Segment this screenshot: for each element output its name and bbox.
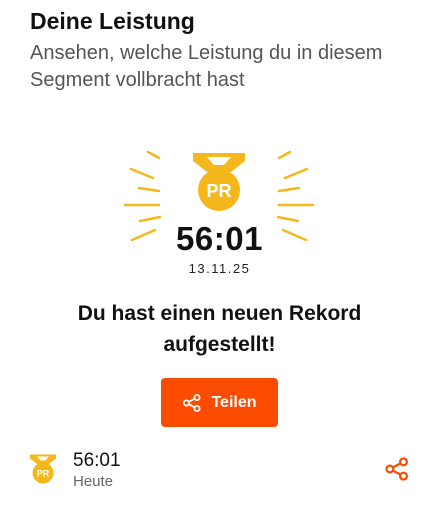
record-date: 13.11.25 — [188, 261, 251, 276]
page-subtitle: Ansehen, welche Leistung du in diesem Se… — [30, 42, 383, 91]
pr-badge-label: PR — [206, 181, 231, 201]
pr-medal-icon: PR — [193, 153, 245, 211]
record-message: Du hast einen neuen Rekord aufgestellt! — [77, 302, 362, 356]
effort-time: 56:01 — [73, 450, 121, 471]
effort-list-item[interactable]: PR 56:01 Heute — [28, 449, 418, 493]
pr-medal-icon: PR — [30, 454, 56, 484]
record-time: 56:01 — [176, 220, 263, 257]
share-button-label: Teilen — [211, 393, 257, 411]
share-icon — [183, 393, 201, 412]
page-title: Deine Leistung — [30, 8, 195, 34]
share-icon[interactable] — [384, 456, 410, 482]
share-button[interactable]: Teilen — [161, 378, 278, 427]
page-header: Deine Leistung Ansehen, welche Leistung … — [30, 6, 419, 94]
effort-badge-label: PR — [37, 469, 50, 479]
effort-day: Heute — [73, 473, 114, 490]
